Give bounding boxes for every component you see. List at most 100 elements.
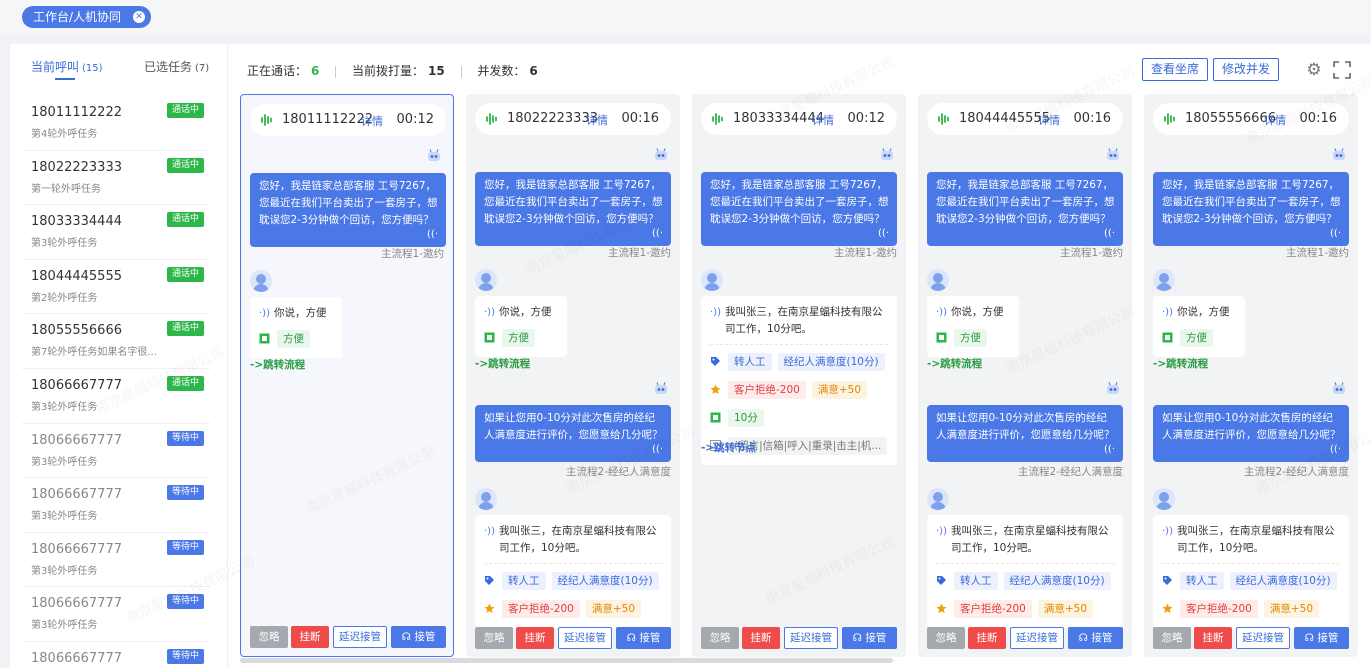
tab-current-calls[interactable]: 当前呼叫 (15) [31,58,103,75]
voice-icon[interactable]: ·)) [936,523,947,540]
call-list-item[interactable]: 18011112222 第4轮外呼任务 通话中 [22,96,210,151]
call-list-item[interactable]: 18055556666 第7轮外呼任务如果名字很... 通话中 [22,314,210,369]
call-phone: 18066667777 [31,487,122,503]
call-list-item[interactable]: 18066667777 第3轮外呼任务 等待中 [22,533,210,588]
detail-link[interactable]: 详情 [1038,112,1060,128]
call-list-item[interactable]: 18033334444 第3轮外呼任务 通话中 [22,205,210,260]
voice-icon[interactable]: ·)) [1162,523,1173,540]
jump-link[interactable]: ->跳转流程 [1153,356,1208,371]
takeover-button[interactable]: ☊ 接管 [391,626,446,648]
status-badge: 通话中 [166,375,204,391]
close-icon[interactable]: ✕ [133,11,146,23]
hangup-button[interactable]: 挂断 [291,626,329,648]
tab-count: (15) [82,63,103,74]
call-card[interactable]: 18011112222 详情 00:12 您好，我是链家总部客服 工号7267，… [240,94,454,657]
jump-link[interactable]: ->跳转流程 [475,356,530,371]
delay-takeover-button[interactable]: 延迟接管 [558,627,612,649]
speaker-icon[interactable]: ((· [652,225,663,242]
call-list-item[interactable]: 18066667777 第3轮外呼任务 等待中 [22,587,210,642]
robot-message: 您好，我是链家总部客服 工号7267，您最近在我们平台卖出了一套房子，想耽误您2… [927,172,1123,246]
detail-link[interactable]: 详情 [361,113,383,129]
card-actions: 忽略 挂断 延迟接管 ☊ 接管 [1153,627,1349,649]
call-card[interactable]: 18022223333 详情 00:16 您好，我是链家总部客服 工号7267，… [466,94,680,657]
ignore-button[interactable]: 忽略 [250,626,288,648]
modify-concurrency-button[interactable]: 修改并发 [1213,58,1280,81]
delay-takeover-button[interactable]: 延迟接管 [1236,627,1290,649]
voice-wave-icon [937,112,951,126]
call-task: 第3轮外呼任务 [31,511,98,523]
call-list-item[interactable]: 18022223333 第一轮外呼任务 通话中 [22,151,210,206]
detail-link[interactable]: 详情 [586,112,608,128]
message-text: 您好，我是链家总部客服 工号7267，您最近在我们平台卖出了一套房子，想耽误您2… [936,179,1115,225]
call-list-item[interactable]: 18066667777 第3轮外呼任务 通话中 [22,369,210,424]
hangup-button[interactable]: 挂断 [1194,627,1232,649]
call-list-item[interactable]: 18044445555 第2轮外呼任务 通话中 [22,260,210,315]
user-avatar [927,269,949,291]
speaker-icon[interactable]: ((· [427,226,438,243]
score-tags-row: 客户拒绝-200 满意+50 [936,600,1114,620]
delay-takeover-button[interactable]: 延迟接管 [1010,627,1064,649]
takeover-button[interactable]: ☊ 接管 [616,627,671,649]
takeover-button[interactable]: ☊ 接管 [1068,627,1123,649]
talking-count: 6 [311,64,320,78]
speaker-icon[interactable]: ((· [1104,441,1115,458]
jump-link[interactable]: ->跳转流程 [250,357,305,372]
view-seats-button[interactable]: 查看坐席 [1142,58,1209,81]
fullscreen-icon[interactable] [1330,58,1354,82]
voice-icon[interactable]: ·)) [259,305,270,322]
robot-message: 您好，我是链家总部客服 工号7267，您最近在我们平台卖出了一套房子，想耽误您2… [475,172,671,246]
gear-icon[interactable]: ⚙ [1302,58,1326,82]
voice-icon[interactable]: ·)) [936,304,947,321]
speaker-icon[interactable]: ((· [1104,225,1115,242]
hangup-button[interactable]: 挂断 [968,627,1006,649]
ignore-button[interactable]: 忽略 [927,627,965,649]
delay-takeover-button[interactable]: 延迟接管 [333,626,387,648]
call-phone: 18066667777 [31,432,122,448]
voice-icon[interactable]: ·)) [1162,304,1173,321]
hangup-button[interactable]: 挂断 [742,627,780,649]
message-text: 我叫张三，在南京星蝠科技有限公司工作，10分吧。 [499,525,657,554]
robot-message: 如果让您用0-10分对此次售房的经纪人满意度进行评价，您愿意给几分呢？ ((· [1153,405,1349,462]
call-card[interactable]: 18055556666 详情 00:16 您好，我是链家总部客服 工号7267，… [1144,94,1358,657]
flow-label: 主流程1-邀约 [608,247,671,259]
jump-link[interactable]: ->跳转流程 [927,356,982,371]
call-card[interactable]: 18044445555 详情 00:16 您好，我是链家总部客服 工号7267，… [918,94,1132,657]
ignore-button[interactable]: 忽略 [475,627,513,649]
takeover-button[interactable]: ☊ 接管 [842,627,897,649]
robot-message: 您好，我是链家总部客服 工号7267，您最近在我们平台卖出了一套房子，想耽误您2… [250,173,446,247]
status-badge: 等待中 [166,648,204,664]
call-list-item[interactable]: 18066667777 第3轮外呼任务 等待中 [22,478,210,533]
voice-icon[interactable]: ·)) [710,304,721,321]
delay-takeover-button[interactable]: 延迟接管 [784,627,838,649]
hangup-button[interactable]: 挂断 [516,627,554,649]
divider [460,65,462,78]
ignore-button[interactable]: 忽略 [701,627,739,649]
call-phone: 18066667777 [31,377,122,393]
voice-icon[interactable]: ·)) [484,523,495,540]
call-card[interactable]: 18033334444 详情 00:12 您好，我是链家总部客服 工号7267，… [692,94,906,657]
detail-link[interactable]: 详情 [1264,112,1286,128]
horizontal-scrollbar[interactable] [240,658,893,663]
speaker-icon[interactable]: ((· [652,441,663,458]
transfer-tag: 转人工 [1180,572,1224,590]
button-label: 接管 [639,632,661,644]
speaker-icon[interactable]: ((· [1330,441,1341,458]
concurrency-label: 并发数： [477,64,526,78]
breadcrumb-tag[interactable]: 工作台/人机协同 ✕ [22,6,152,28]
call-header: 18033334444 详情 00:12 [701,103,897,135]
tab-selected-tasks[interactable]: 已选任务 (7) [144,58,209,75]
call-list-item[interactable]: 18066667777 等待中 [22,642,210,668]
flow-label: 主流程2-经纪人满意度 [566,466,671,478]
call-list-item[interactable]: 18066667777 第3轮外呼任务 等待中 [22,424,210,479]
call-cards: 18011112222 详情 00:12 您好，我是链家总部客服 工号7267，… [240,94,1371,658]
card-phone: 18011112222 [282,112,373,127]
jump-link[interactable]: ->跳转节点 [701,440,756,455]
voice-icon[interactable]: ·)) [484,304,495,321]
takeover-button[interactable]: ☊ 接管 [1294,627,1349,649]
speaker-icon[interactable]: ((· [878,225,889,242]
ignore-button[interactable]: 忽略 [1153,627,1191,649]
detail-link[interactable]: 详情 [812,112,834,128]
speaker-icon[interactable]: ((· [1330,225,1341,242]
call-task: 第2轮外呼任务 [31,292,98,304]
button-label: 接管 [1091,632,1113,644]
